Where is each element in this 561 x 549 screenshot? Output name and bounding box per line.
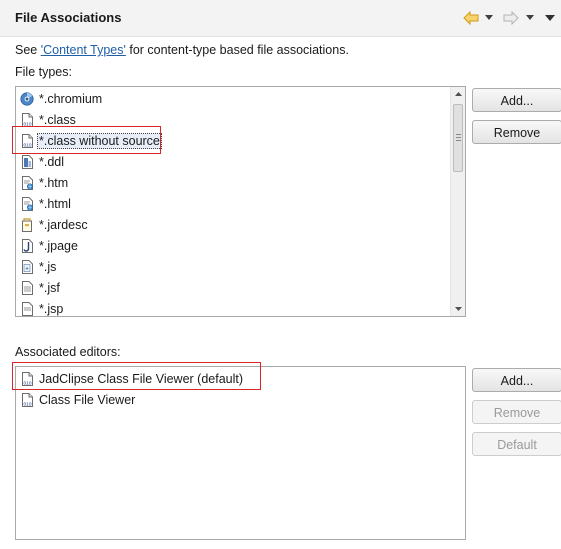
list-item-label: *.class	[39, 113, 76, 127]
list-item[interactable]: *.jsf	[20, 278, 62, 298]
forward-arrow-icon	[503, 11, 519, 25]
text-file-icon	[22, 302, 33, 316]
class-file-icon: 010	[22, 393, 33, 407]
hint-suffix: for content-type based file associations…	[125, 43, 349, 57]
list-item-label: *.jsp	[39, 302, 64, 316]
view-menu-button[interactable]	[545, 9, 555, 27]
add-editor-button[interactable]: Add...	[472, 368, 561, 392]
list-item[interactable]: + *.js	[20, 257, 58, 277]
list-item-selected[interactable]: 010 *.class without source	[20, 131, 162, 151]
list-item[interactable]: 010 *.class	[20, 110, 78, 130]
back-menu-dropdown[interactable]	[485, 9, 493, 27]
content-types-hint: See 'Content Types' for content-type bas…	[15, 43, 349, 57]
list-item-label: *.htm	[39, 176, 69, 190]
hint-prefix: See	[15, 43, 41, 57]
back-arrow-icon	[463, 11, 479, 25]
chromium-icon	[20, 92, 34, 106]
scroll-down-button[interactable]	[451, 301, 466, 316]
scroll-up-arrow-icon	[455, 92, 462, 96]
scroll-thumb[interactable]	[453, 104, 463, 172]
html-file-icon	[22, 197, 34, 211]
list-item-label: *.chromium	[39, 92, 103, 106]
default-editor-button[interactable]: Default	[472, 432, 561, 456]
ddl-file-icon	[22, 155, 33, 169]
file-types-scrollbar[interactable]	[450, 87, 465, 316]
list-item-label: Class File Viewer	[39, 393, 136, 407]
chevron-down-icon	[526, 15, 534, 20]
list-item-label: *.jpage	[39, 239, 78, 253]
forward-menu-dropdown[interactable]	[526, 9, 534, 27]
list-item-label: *.class without source	[37, 133, 162, 149]
forward-button[interactable]	[503, 9, 519, 27]
list-item-label: *.html	[39, 197, 71, 211]
class-file-icon: 010	[22, 372, 33, 386]
content-types-link[interactable]: 'Content Types'	[41, 43, 126, 57]
list-item[interactable]: *.chromium	[20, 89, 104, 109]
list-item[interactable]: *.html	[20, 194, 73, 214]
list-item[interactable]: 010 Class File Viewer	[20, 390, 137, 410]
js-file-icon: +	[22, 260, 33, 274]
class-file-icon: 010	[22, 134, 33, 148]
list-item[interactable]: *.jpage	[20, 236, 80, 256]
chevron-down-icon	[485, 15, 493, 20]
scroll-up-button[interactable]	[451, 87, 466, 102]
list-item-label: *.ddl	[39, 155, 65, 169]
grip-line	[456, 134, 461, 135]
svg-text:+: +	[25, 267, 29, 273]
list-item[interactable]: *.jsp	[20, 299, 65, 319]
svg-text:010: 010	[23, 121, 31, 127]
list-item[interactable]: *.ddl	[20, 152, 66, 172]
scroll-down-arrow-icon	[455, 307, 462, 311]
svg-text:010: 010	[23, 142, 31, 148]
list-item-label: JadClipse Class File Viewer (default)	[39, 372, 244, 386]
grip-line	[456, 140, 461, 141]
list-item-label: *.jsf	[39, 281, 60, 295]
page-title: File Associations	[15, 10, 122, 25]
svg-text:010: 010	[23, 401, 31, 407]
list-item[interactable]: *.htm	[20, 173, 70, 193]
remove-file-type-button[interactable]: Remove	[472, 120, 561, 144]
jardesc-file-icon	[22, 218, 32, 232]
preferences-header: File Associations	[0, 0, 561, 37]
class-file-icon: 010	[22, 113, 33, 127]
remove-editor-button[interactable]: Remove	[472, 400, 561, 424]
associated-editors-list[interactable]: 010 JadClipse Class File Viewer (default…	[15, 366, 466, 540]
jpage-file-icon	[22, 239, 33, 253]
text-file-icon	[22, 281, 33, 295]
back-button[interactable]	[463, 9, 479, 27]
add-file-type-button[interactable]: Add...	[472, 88, 561, 112]
svg-text:010: 010	[23, 380, 31, 386]
file-types-label: File types:	[15, 65, 72, 79]
view-menu-icon	[545, 14, 555, 21]
list-item-label: *.js	[39, 260, 57, 274]
list-item[interactable]: *.jardesc	[20, 215, 90, 235]
file-types-list[interactable]: *.chromium 010 *.class 010 *.class witho…	[15, 86, 466, 317]
grip-line	[456, 137, 461, 138]
list-item-label: *.jardesc	[39, 218, 88, 232]
associated-editors-label: Associated editors:	[15, 345, 121, 359]
list-item[interactable]: 010 JadClipse Class File Viewer (default…	[20, 369, 245, 389]
html-file-icon	[22, 176, 34, 190]
